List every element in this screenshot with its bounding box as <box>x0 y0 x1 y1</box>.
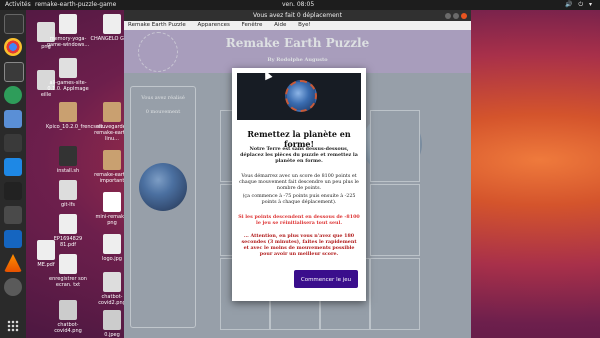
intro-dialog: Remettez la planète en forme! Notre Terr… <box>232 68 366 301</box>
app-window: Vous avez fait 0 déplacement Remake Eart… <box>124 10 471 338</box>
chrome-icon[interactable] <box>4 38 22 56</box>
window-title[interactable]: Vous avez fait 0 déplacement <box>124 10 471 21</box>
menu-appearance[interactable]: Apparences <box>197 22 229 28</box>
terminal2-icon[interactable] <box>4 206 22 224</box>
files-icon[interactable] <box>4 14 24 34</box>
menu-remake-earth[interactable]: Remake Earth Puzzle <box>128 22 186 28</box>
menu-bar: Remake Earth Puzzle Apparences Fenêtre A… <box>124 21 471 30</box>
terminal-icon[interactable] <box>4 62 24 82</box>
desktop-file[interactable]: install.sh <box>46 146 90 174</box>
vlc-icon[interactable] <box>4 254 22 272</box>
dialog-intro: Notre Terre est sans dessus-dessous, dép… <box>240 146 358 164</box>
desktop-file[interactable]: EP1694829 81.pdf <box>46 214 90 248</box>
dialog-image <box>237 73 361 120</box>
minimize-icon[interactable] <box>445 13 451 19</box>
desktop-file[interactable]: Kpico_10.2.0_frencsoft... <box>46 102 107 130</box>
dialog-reset-warning: Si les points descendent en dessous de -… <box>238 214 360 226</box>
android-studio-icon[interactable] <box>4 86 22 104</box>
close-icon[interactable] <box>461 13 467 19</box>
document-icon[interactable] <box>4 230 22 248</box>
app2-icon[interactable] <box>4 278 22 296</box>
desktop-file[interactable]: enregistrer son ecran. txt <box>46 254 90 288</box>
desktop-file[interactable]: all-games-site-0.1.0. AppImage <box>46 58 90 92</box>
show-apps-icon[interactable] <box>7 320 19 332</box>
dialog-time-warning: ... Attention, en plus vous n'avez que 1… <box>241 233 357 257</box>
system-menu[interactable]: 🔊 ⏻ ▾ <box>565 0 594 10</box>
dock <box>0 10 26 338</box>
start-game-button[interactable]: Commencer le jeu <box>294 270 358 288</box>
desktop-file[interactable]: memory-yoga-game-windows... <box>46 14 90 48</box>
activities-button[interactable]: Activités <box>5 0 31 10</box>
menu-bye[interactable]: Bye! <box>298 22 311 28</box>
menu-window[interactable]: Fenêtre <box>242 22 263 28</box>
desktop-file[interactable]: chatbot-covid4.png <box>46 300 90 334</box>
menu-help[interactable]: Aide <box>274 22 286 28</box>
clock[interactable]: ven. 08:05 <box>282 0 314 10</box>
desktop-file[interactable]: git-lfs <box>46 180 90 208</box>
unity-icon[interactable] <box>4 182 22 200</box>
settings-icon[interactable] <box>4 134 22 152</box>
dialog-penalty-info: (ça commence à -75 points puis ensuite à… <box>242 194 356 205</box>
dialog-score-info: Vous démarrez avec un score de 8100 poin… <box>239 174 359 191</box>
maximize-icon[interactable] <box>453 13 459 19</box>
top-bar: Activités remake-earth-puzzle-game ven. … <box>0 0 600 10</box>
vscode-icon[interactable] <box>4 158 22 176</box>
app-menu[interactable]: remake-earth-puzzle-game <box>35 0 116 10</box>
app-icon[interactable] <box>4 110 22 128</box>
earth-icon <box>285 80 317 112</box>
